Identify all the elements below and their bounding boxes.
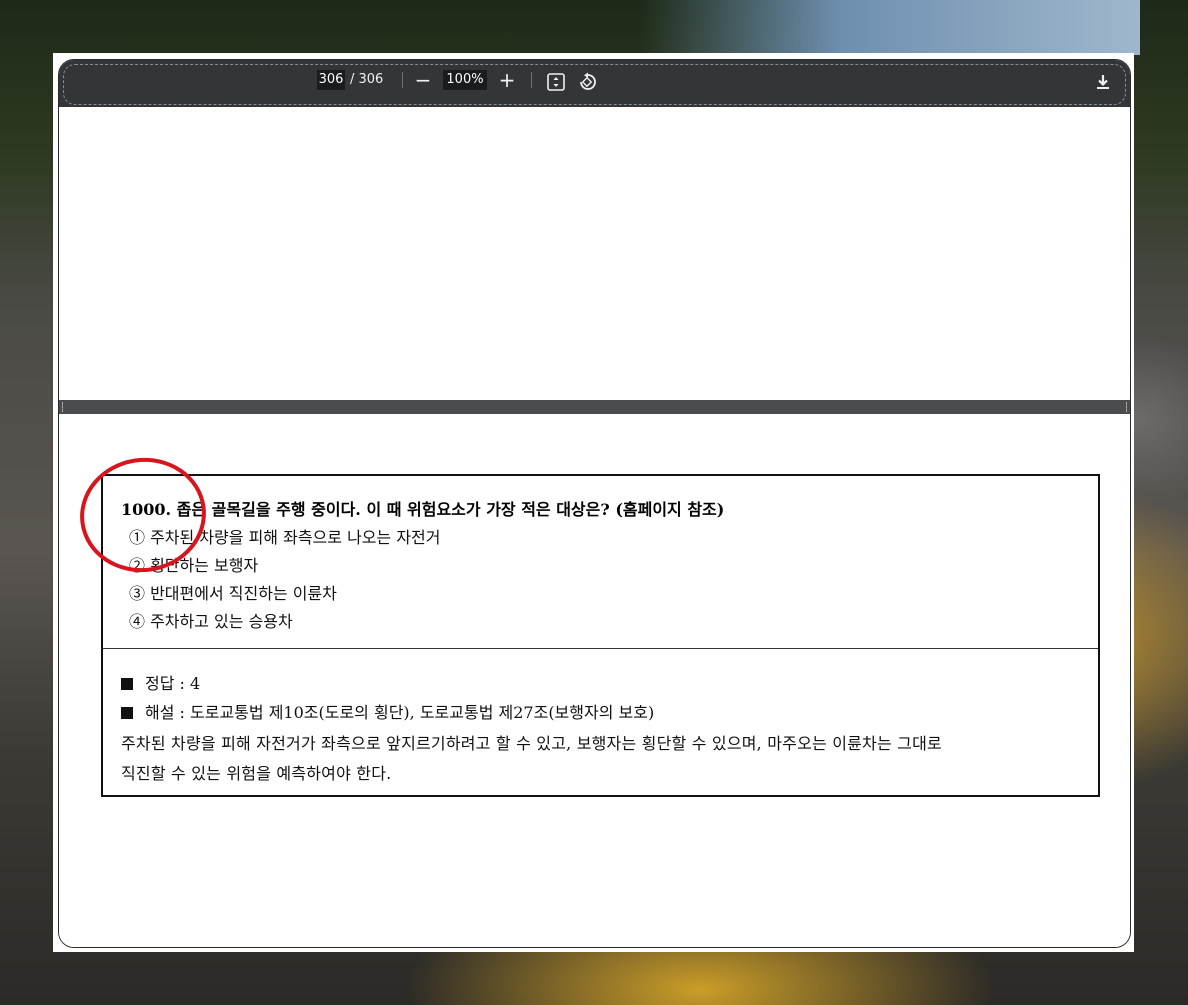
option-3: ③ 반대편에서 직진하는 이륜차	[129, 584, 337, 603]
explanation-reference-text: 해설 : 도로교통법 제10조(도로의 횡단), 도로교통법 제27조(보행자의…	[145, 703, 655, 722]
page-separator	[59, 400, 1130, 414]
explanation-line-2: 직진할 수 있는 위험을 예측하여야 한다.	[121, 764, 392, 783]
option-4: ④ 주차하고 있는 승용차	[129, 612, 293, 631]
fit-page-icon	[547, 72, 565, 91]
background-sky	[640, 0, 1140, 55]
zoom-in-button[interactable]: +	[495, 68, 519, 92]
pdf-toolbar: 306 / 306 − 100% +	[59, 60, 1130, 107]
window-frame: 306 / 306 − 100% + 1000. 좁은 골목길을 주행 중이다.…	[53, 53, 1134, 952]
bullet-square-icon	[121, 678, 133, 690]
zoom-out-button[interactable]: −	[411, 68, 435, 92]
explanation-reference: 해설 : 도로교통법 제10조(도로의 횡단), 도로교통법 제27조(보행자의…	[121, 699, 654, 723]
zoom-level-input[interactable]: 100%	[443, 70, 487, 90]
explanation-line-1: 주차된 차량을 피해 자전거가 좌측으로 앞지르기하려고 할 수 있고, 보행자…	[121, 734, 942, 753]
pdf-viewer: 306 / 306 − 100% + 1000. 좁은 골목길을 주행 중이다.…	[58, 59, 1131, 948]
pdf-page-previous	[59, 107, 1130, 400]
question-box: 1000. 좁은 골목길을 주행 중이다. 이 때 위험요소가 가장 적은 대상…	[101, 474, 1100, 797]
question-title: 1000. 좁은 골목길을 주행 중이다. 이 때 위험요소가 가장 적은 대상…	[121, 500, 725, 519]
answer-text: 정답 : 4	[145, 674, 201, 693]
toolbar-divider	[531, 72, 532, 88]
download-icon	[1097, 74, 1109, 89]
rotate-button[interactable]	[575, 68, 599, 92]
section-divider	[103, 648, 1098, 649]
page-number-input[interactable]: 306	[317, 70, 345, 90]
bullet-square-icon	[121, 707, 133, 719]
pdf-page-current: 1000. 좁은 골목길을 주행 중이다. 이 때 위험요소가 가장 적은 대상…	[59, 414, 1130, 947]
fit-page-button[interactable]	[544, 68, 568, 92]
answer-line: 정답 : 4	[121, 670, 200, 694]
toolbar-divider	[402, 72, 403, 88]
rotate-icon	[580, 72, 596, 90]
download-button[interactable]	[1091, 68, 1115, 92]
page-total-label: / 306	[350, 72, 384, 87]
